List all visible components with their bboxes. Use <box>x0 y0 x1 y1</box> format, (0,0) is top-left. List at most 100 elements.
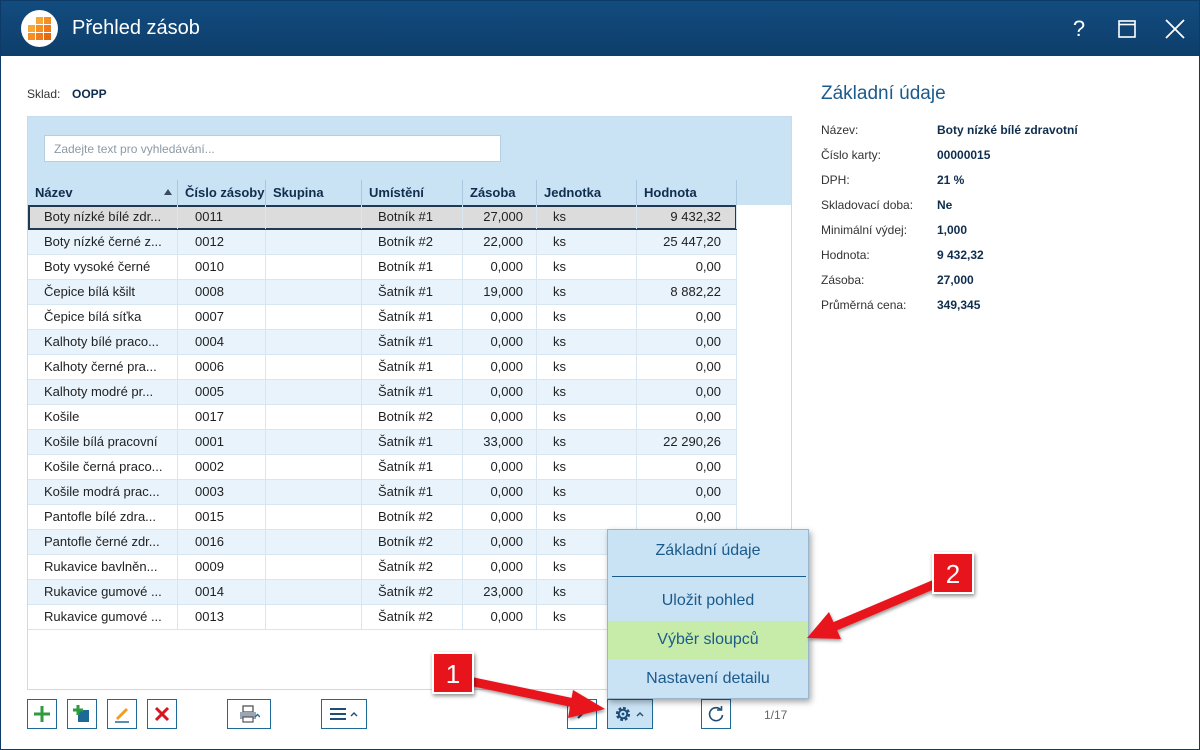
table-header: Název Číslo zásoby Skupina Umístění Záso… <box>28 180 791 205</box>
cell-number: 0014 <box>178 580 266 604</box>
table-row[interactable]: Boty nízké bílé zdr... 0011 Botník #1 27,00… <box>28 205 737 230</box>
cell-name: Košile modrá prac... <box>28 480 178 504</box>
cell-group <box>266 405 362 429</box>
column-header-location[interactable]: Umístění <box>362 180 463 205</box>
cell-name: Boty nízké černé z... <box>28 230 178 254</box>
window-title: Přehled zásob <box>72 17 200 39</box>
cell-location: Botník #1 <box>362 205 463 229</box>
warehouse-value[interactable]: OOPP <box>72 87 107 101</box>
table-row[interactable]: Košile 0017 Botník #2 0,000 ks 0,00 <box>28 405 737 430</box>
menu-item-column-selection[interactable]: Výběr sloupců <box>608 621 808 659</box>
detail-field-label: Název: <box>821 123 859 137</box>
table-row[interactable]: Kalhoty černé pra... 0006 Šatník #1 0,000 ks… <box>28 355 737 380</box>
maximize-icon[interactable] <box>1109 11 1145 47</box>
settings-button[interactable] <box>607 699 653 729</box>
table-row[interactable]: Kalhoty modré pr... 0005 Šatník #1 0,000 ks 0… <box>28 380 737 405</box>
cell-value: 0,00 <box>637 255 737 279</box>
cell-group <box>266 380 362 404</box>
cell-number: 0003 <box>178 480 266 504</box>
cell-value: 0,00 <box>637 455 737 479</box>
table-row[interactable]: Čepice bílá kšilt 0008 Šatník #1 19,000 ks 8 … <box>28 280 737 305</box>
column-header-unit[interactable]: Jednotka <box>537 180 637 205</box>
table-row[interactable]: Košile modrá prac... 0003 Šatník #1 0,000 ks… <box>28 480 737 505</box>
detail-title: Základní údaje <box>821 83 946 104</box>
cell-group <box>266 530 362 554</box>
cell-qty: 27,000 <box>463 205 537 229</box>
detail-field-value: 27,000 <box>937 273 974 287</box>
detail-field-label: Hodnota: <box>821 248 870 262</box>
search-band <box>28 117 791 180</box>
list-menu-button[interactable] <box>321 699 367 729</box>
detail-field-value: Ne <box>937 198 953 212</box>
cell-qty: 0,000 <box>463 380 537 404</box>
cell-qty: 23,000 <box>463 580 537 604</box>
cell-unit: ks <box>537 330 637 354</box>
menu-item-detail-settings[interactable]: Nastavení detailu <box>608 660 808 698</box>
delete-x-icon <box>154 706 170 722</box>
refresh-button[interactable] <box>701 699 731 729</box>
column-header-value[interactable]: Hodnota <box>637 180 737 205</box>
cell-name: Čepice bílá kšilt <box>28 280 178 304</box>
cell-qty: 0,000 <box>463 330 537 354</box>
detail-field: Hodnota: 9 432,32 <box>821 248 1181 266</box>
cell-value: 9 432,32 <box>637 205 737 229</box>
cell-qty: 0,000 <box>463 255 537 279</box>
cell-qty: 0,000 <box>463 505 537 529</box>
column-header-number[interactable]: Číslo zásoby <box>178 180 266 205</box>
cell-location: Šatník #2 <box>362 605 463 629</box>
cell-unit: ks <box>537 430 637 454</box>
cell-unit: ks <box>537 455 637 479</box>
column-header-name[interactable]: Název <box>28 180 178 205</box>
cell-location: Botník #2 <box>362 230 463 254</box>
table-row[interactable]: Boty nízké černé z... 0012 Botník #2 22,000… <box>28 230 737 255</box>
table-row[interactable]: Pantofle bílé zdra... 0015 Botník #2 0,000 k… <box>28 505 737 530</box>
help-icon[interactable]: ? <box>1061 11 1097 47</box>
callout-badge-2: 2 <box>932 552 974 594</box>
menu-item-basic-info[interactable]: Základní údaje <box>608 532 808 570</box>
cell-number: 0004 <box>178 330 266 354</box>
cell-group <box>266 430 362 454</box>
print-button[interactable] <box>227 699 271 729</box>
close-icon[interactable] <box>1157 11 1193 47</box>
cell-name: Čepice bílá síťka <box>28 305 178 329</box>
cell-number: 0016 <box>178 530 266 554</box>
table-row[interactable]: Boty vysoké černé 0010 Botník #1 0,000 ks 0,0… <box>28 255 737 280</box>
arrow-2 <box>807 579 937 639</box>
cell-group <box>266 580 362 604</box>
cell-name: Kalhoty modré pr... <box>28 380 178 404</box>
cell-unit: ks <box>537 380 637 404</box>
cell-location: Šatník #1 <box>362 305 463 329</box>
add-button[interactable] <box>27 699 57 729</box>
navigate-button[interactable] <box>567 699 597 729</box>
detail-field-label: Minimální výdej: <box>821 223 908 237</box>
table-row[interactable]: Košile bílá pracovní 0001 Šatník #1 33,000 k… <box>28 430 737 455</box>
edit-button[interactable] <box>107 699 137 729</box>
delete-button[interactable] <box>147 699 177 729</box>
cell-unit: ks <box>537 305 637 329</box>
menu-item-save-view[interactable]: Uložit pohled <box>608 582 808 620</box>
cell-unit: ks <box>537 205 637 229</box>
table-row[interactable]: Košile černá praco... 0002 Šatník #1 0,000 k… <box>28 455 737 480</box>
cell-qty: 0,000 <box>463 305 537 329</box>
cell-name: Košile černá praco... <box>28 455 178 479</box>
cell-qty: 33,000 <box>463 430 537 454</box>
detail-field-label: Zásoba: <box>821 273 865 287</box>
cell-group <box>266 355 362 379</box>
cell-location: Šatník #1 <box>362 330 463 354</box>
search-input[interactable] <box>44 135 501 162</box>
detail-field: Průměrná cena: 349,345 <box>821 298 1181 316</box>
copy-add-button[interactable] <box>67 699 97 729</box>
title-bar: Přehled zásob ? <box>1 1 1199 56</box>
table-row[interactable]: Kalhoty bílé praco... 0004 Šatník #1 0,000 k… <box>28 330 737 355</box>
cell-value: 22 290,26 <box>637 430 737 454</box>
cell-number: 0008 <box>178 280 266 304</box>
table-row[interactable]: Čepice bílá síťka 0007 Šatník #1 0,000 ks 0,0… <box>28 305 737 330</box>
cell-unit: ks <box>537 230 637 254</box>
cell-qty: 0,000 <box>463 530 537 554</box>
detail-field-label: DPH: <box>821 173 850 187</box>
column-header-group[interactable]: Skupina <box>266 180 362 205</box>
cell-number: 0013 <box>178 605 266 629</box>
column-header-quantity[interactable]: Zásoba <box>463 180 537 205</box>
cell-location: Botník #1 <box>362 255 463 279</box>
cell-qty: 0,000 <box>463 605 537 629</box>
